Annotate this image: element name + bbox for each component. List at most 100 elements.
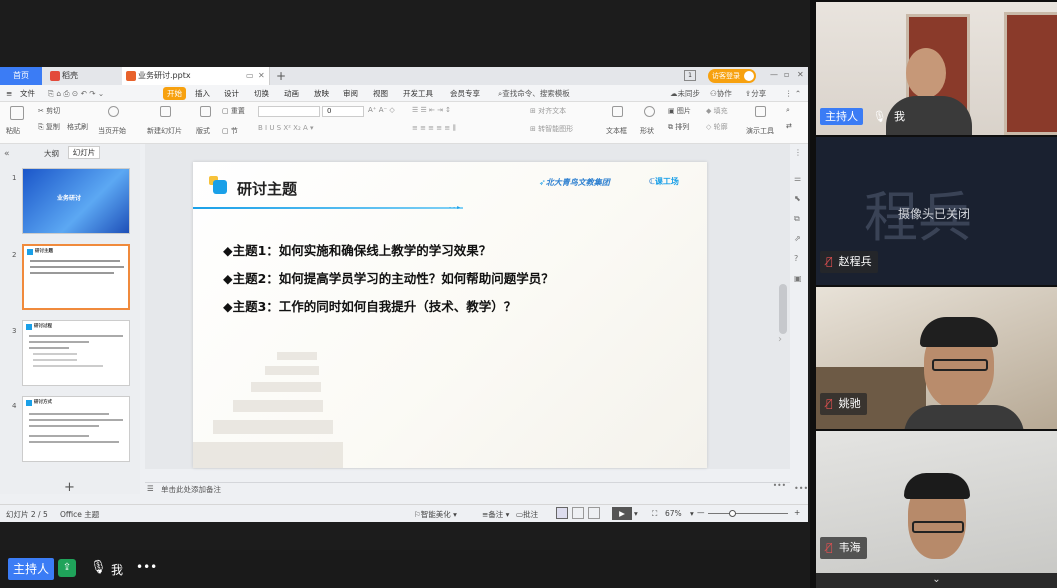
play-slideshow-button[interactable]: ▶: [612, 507, 632, 520]
zoom-options-icon[interactable]: ▾: [690, 509, 694, 518]
layout-icon[interactable]: [200, 106, 211, 117]
video-tile-zhaochengbing[interactable]: 程兵 摄像头已关闭 🎙̸ 赵程兵: [816, 137, 1057, 285]
notes-toggle[interactable]: ≡备注 ▾: [482, 509, 509, 520]
collab-button[interactable]: ⚇协作: [710, 87, 732, 100]
hamburger-icon[interactable]: ≡: [6, 87, 12, 100]
font-grow-shrink-icons[interactable]: A⁺ A⁻ ◇: [368, 106, 395, 114]
sidebar-options-icon[interactable]: ⋮: [794, 148, 802, 157]
sorter-view-icon[interactable]: [572, 507, 584, 519]
format-painter-button[interactable]: 格式刷: [67, 122, 88, 132]
layout-button[interactable]: 版式: [196, 126, 210, 136]
menu-member[interactable]: 会员专享: [450, 87, 480, 100]
quick-tools-icons[interactable]: ⎘ ⌂ ⎙ ⊙ ↶ ↷ ⌄: [48, 87, 104, 100]
tab-pin-icon[interactable]: ▭: [246, 67, 254, 85]
menu-developer[interactable]: 开发工具: [403, 87, 433, 100]
menu-slideshow[interactable]: 放映: [314, 87, 329, 100]
more-menu-icon[interactable]: ⋮ ⌃: [785, 87, 801, 100]
text-box-button[interactable]: 文本框: [606, 126, 627, 136]
mic-icon[interactable]: 🎙: [90, 560, 107, 575]
more-options-icon[interactable]: •••: [136, 560, 157, 574]
menu-animation[interactable]: 动画: [284, 87, 299, 100]
reset-button[interactable]: ▢ 重置: [222, 106, 245, 116]
play-options-icon[interactable]: ▾: [634, 509, 638, 518]
guest-login-button[interactable]: 访客登录: [708, 69, 756, 83]
menu-file[interactable]: 文件: [20, 87, 35, 100]
share-button[interactable]: ⇪分享: [745, 87, 766, 100]
smart-shape-button[interactable]: ⊞ 转智能图形: [530, 124, 573, 134]
menu-transition[interactable]: 切换: [254, 87, 269, 100]
sync-status[interactable]: ☁未同步: [670, 87, 700, 100]
section-button[interactable]: ▢ 节: [222, 126, 238, 136]
sidebar-more-icon[interactable]: •••: [794, 484, 808, 493]
share-screen-icon[interactable]: ⇪: [58, 559, 76, 577]
tab-daoke[interactable]: 稻壳: [46, 67, 116, 85]
menu-insert[interactable]: 插入: [195, 87, 210, 100]
sidebar-image-icon[interactable]: ▣: [794, 274, 802, 283]
comments-toggle[interactable]: ▭批注: [516, 509, 538, 520]
align-icons[interactable]: ≡ ≡ ≡ ≡ ≡ ⫼: [412, 124, 456, 133]
new-slide-button[interactable]: 新建幻灯片: [147, 126, 182, 136]
paste-icon[interactable]: [10, 106, 24, 120]
paragraph-icons[interactable]: ☰ ☰ ⇤ ⇥ ↕: [412, 106, 451, 114]
tab-count-icon[interactable]: 1: [684, 70, 696, 81]
next-slide-arrow-icon[interactable]: ›: [778, 334, 782, 345]
font-size-select[interactable]: 0: [322, 106, 364, 117]
tab-home[interactable]: 首页: [0, 67, 42, 85]
tab-close-icon[interactable]: ✕: [258, 67, 265, 85]
reading-view-icon[interactable]: [588, 507, 600, 519]
notes-area[interactable]: ☰ 单击此处添加备注 •••: [145, 481, 790, 496]
play-icon[interactable]: [108, 106, 119, 117]
zoom-in-icon[interactable]: +: [794, 508, 800, 517]
video-tile-host[interactable]: 主持人 🎙 我: [816, 2, 1057, 135]
presenter-tools-button[interactable]: 演示工具: [746, 126, 774, 136]
font-style-icons[interactable]: B I U S X² X₂ A ▾: [258, 124, 314, 132]
align-text-button[interactable]: ⊞ 对齐文本: [530, 106, 566, 116]
menu-view[interactable]: 视图: [373, 87, 388, 100]
vertical-scrollbar[interactable]: [779, 284, 787, 334]
window-close-icon[interactable]: ✕: [797, 70, 804, 79]
text-box-icon[interactable]: [612, 106, 623, 117]
maximize-icon[interactable]: ▫: [784, 70, 789, 79]
current-slide[interactable]: 研讨主题 - - ▸ ➶北大青鸟文教集团 ℂ课工场 ◆主题1：如何实施和确保线上…: [193, 162, 707, 468]
minimize-icon[interactable]: —: [770, 70, 778, 79]
cut-button[interactable]: ✂ 剪切: [38, 106, 60, 116]
outline-button[interactable]: ◇ 轮廓: [706, 122, 728, 132]
sidebar-copy-icon[interactable]: ⧉: [794, 214, 800, 224]
presenter-tools-icon[interactable]: [755, 106, 766, 117]
paste-button[interactable]: 粘贴: [6, 126, 20, 136]
tab-slides[interactable]: 幻灯片: [68, 146, 100, 159]
tab-outline[interactable]: 大纲: [44, 148, 59, 159]
sidebar-help-icon[interactable]: ?: [794, 254, 798, 263]
add-slide-icon[interactable]: +: [64, 480, 75, 495]
tab-document[interactable]: 业务研讨.pptx ▭ ✕: [122, 67, 270, 85]
font-family-select[interactable]: [258, 106, 320, 117]
slide-thumb-1[interactable]: 业务研讨: [22, 168, 130, 234]
normal-view-icon[interactable]: [556, 507, 568, 519]
sidebar-select-icon[interactable]: ⬉: [794, 194, 801, 203]
find-icon[interactable]: ⌕: [786, 106, 790, 115]
command-search[interactable]: ⌕查找命令、搜索模板: [498, 87, 570, 100]
expand-strip-chevron-icon[interactable]: ⌄: [816, 573, 1057, 588]
arrange-button[interactable]: ⧉ 排列: [668, 122, 689, 132]
new-slide-icon[interactable]: [160, 106, 171, 117]
video-tile-weihai[interactable]: 🎙̸ 韦海: [816, 431, 1057, 573]
zoom-out-icon[interactable]: —: [697, 508, 705, 517]
fill-button[interactable]: ◆ 填充: [706, 106, 728, 116]
slide-thumb-2[interactable]: 研讨主题: [22, 244, 130, 310]
replace-icon[interactable]: ⇄: [786, 122, 792, 130]
copy-button[interactable]: ⎘ 复制: [38, 122, 60, 132]
image-button[interactable]: ▣ 图片: [668, 106, 691, 116]
video-tile-yaochi[interactable]: 🎙̸ 姚驰: [816, 287, 1057, 429]
collapse-panel-icon[interactable]: «: [4, 149, 10, 159]
fit-icon[interactable]: ⛶: [652, 509, 657, 519]
play-from-current-button[interactable]: 当页开始: [98, 126, 126, 136]
slide-thumb-3[interactable]: 研讨过程: [22, 320, 130, 386]
sidebar-adjust-icon[interactable]: ⚌: [794, 174, 801, 183]
notes-more-icon[interactable]: •••: [773, 481, 786, 490]
zoom-slider[interactable]: [708, 513, 788, 514]
menu-start[interactable]: 开始: [163, 87, 186, 100]
smart-beautify-button[interactable]: ⚐智能美化 ▾: [414, 509, 457, 520]
zoom-value[interactable]: 67%: [665, 509, 682, 518]
menu-review[interactable]: 审阅: [343, 87, 358, 100]
shapes-button[interactable]: 形状: [640, 126, 654, 136]
